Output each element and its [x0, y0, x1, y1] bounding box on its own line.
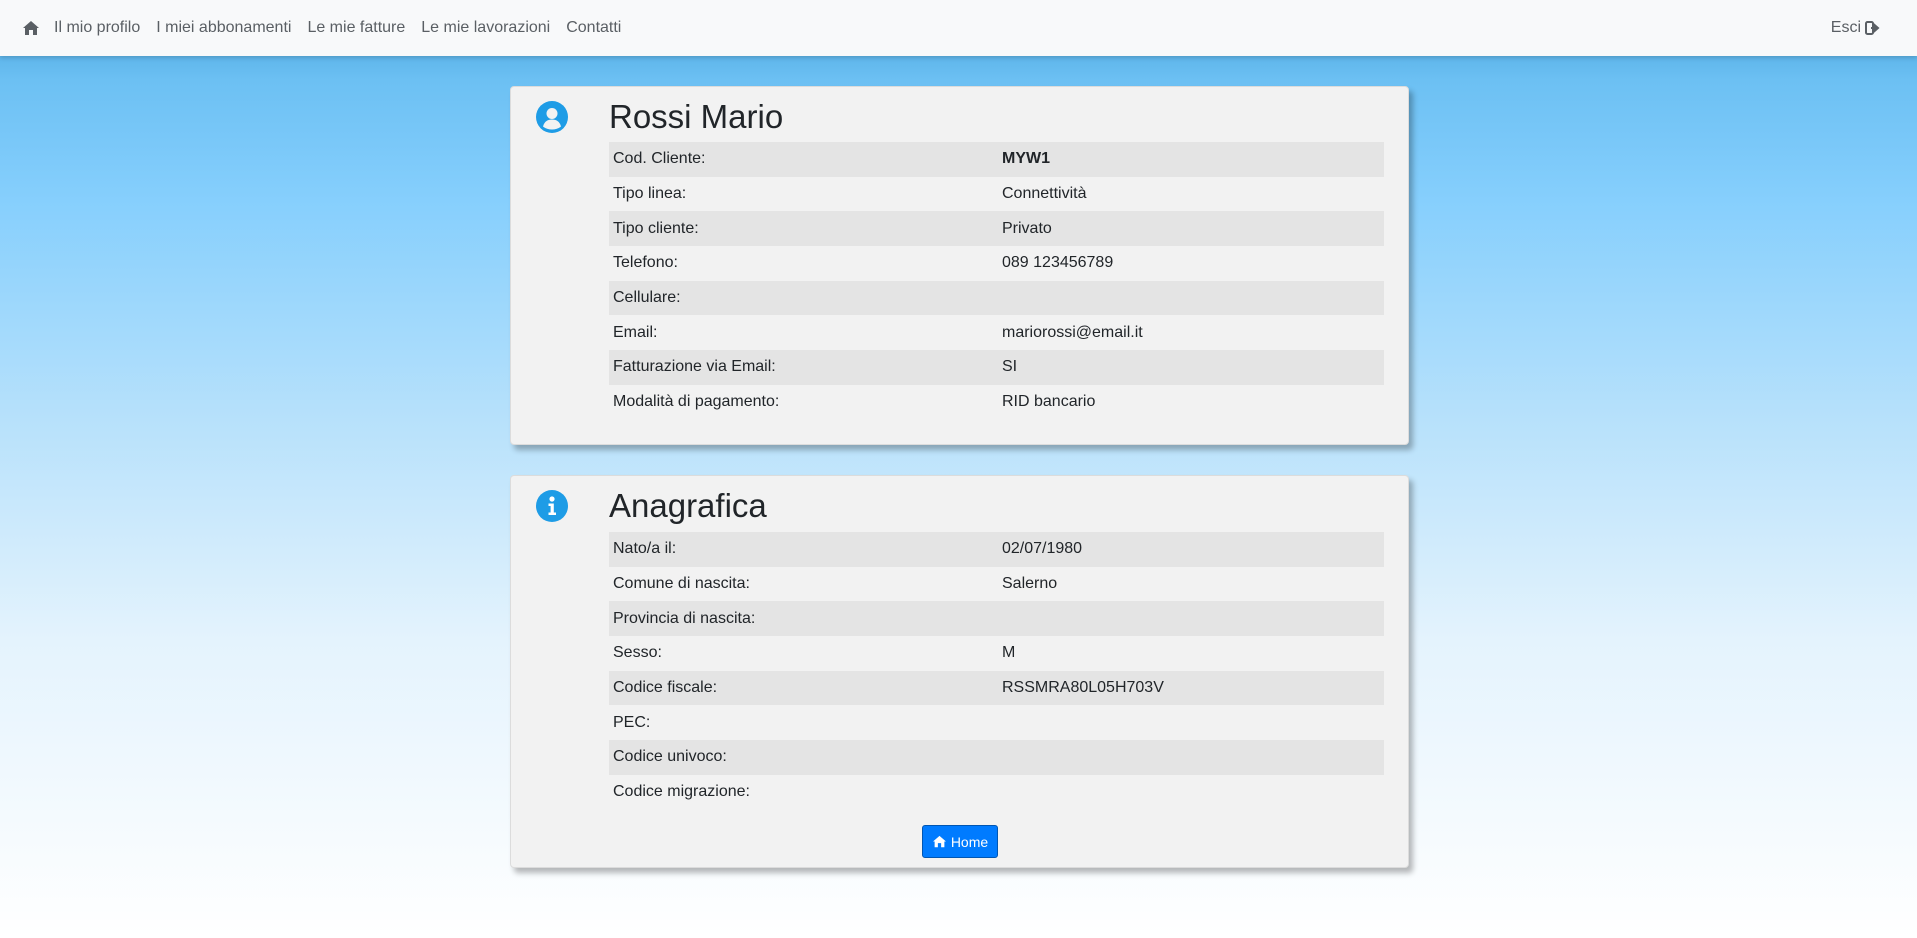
logout-label: Esci — [1830, 19, 1861, 36]
row-value: RSSMRA80L05H703V — [998, 670, 1384, 706]
row-label: Fatturazione via Email: — [609, 350, 998, 385]
row-value: Privato — [998, 211, 1384, 247]
row-value — [998, 775, 1384, 810]
table-row: Comune di nascita: Salerno — [609, 567, 1384, 602]
table-row: Codice univoco: — [609, 740, 1384, 775]
row-value: RID bancario — [1002, 393, 1096, 411]
table-row: Modalità di pagamento: RID bancario — [609, 385, 1384, 420]
nav-link-contatti[interactable]: Contatti — [566, 19, 621, 37]
row-label: PEC: — [613, 713, 651, 731]
row-value — [998, 705, 1384, 740]
row-value — [998, 601, 1384, 637]
table-row: Telefono: 089 123456789 — [609, 246, 1384, 281]
anagrafica-title: Anagrafica — [609, 487, 767, 524]
row-label: Codice migrazione: — [613, 783, 750, 801]
table-row: Tipo cliente: Privato — [609, 211, 1384, 247]
customer-code-value: MYW1 — [998, 142, 1384, 177]
table-row: Nato/a il: 02/07/1980 — [609, 532, 1384, 567]
nav-link-lavorazioni[interactable]: Le mie lavorazioni — [421, 19, 550, 37]
row-value — [998, 740, 1384, 775]
table-row: Cod. Cliente: MYW1 — [609, 142, 1384, 177]
row-value: M — [1002, 644, 1016, 662]
row-label: Telefono: — [613, 254, 678, 272]
table-row: Codice fiscale: RSSMRA80L05H703V — [609, 670, 1384, 706]
profile-title: Rossi Mario — [609, 98, 784, 135]
row-value: mariorossi@email.it — [1002, 323, 1143, 341]
row-value: Connettività — [1002, 185, 1087, 203]
row-value: Salerno — [1002, 575, 1058, 593]
home-icon[interactable] — [22, 20, 40, 36]
table-row: Provincia di nascita: — [609, 601, 1384, 637]
row-value: SI — [998, 350, 1384, 385]
row-label: Sesso: — [613, 644, 662, 662]
top-navbar: Il mio profilo I miei abbonamenti Le mie… — [0, 0, 1917, 56]
table-row: Fatturazione via Email: SI — [609, 350, 1384, 385]
home-button-label: Home — [950, 833, 989, 850]
row-label: Tipo linea: — [613, 185, 687, 203]
table-row: Email: mariorossi@email.it — [609, 315, 1384, 350]
row-value — [998, 280, 1384, 316]
row-label: Cellulare: — [609, 280, 998, 316]
table-row: Codice migrazione: — [609, 775, 1384, 810]
table-row: Sesso: M — [609, 636, 1384, 671]
table-row: Tipo linea: Connettività — [609, 177, 1384, 212]
table-row: PEC: — [609, 705, 1384, 740]
sign-out-icon — [1865, 21, 1880, 35]
row-value: 02/07/1980 — [998, 532, 1384, 567]
row-label: Comune di nascita: — [613, 575, 750, 593]
nav-link-profilo[interactable]: Il mio profilo — [54, 19, 140, 37]
row-label: Codice univoco: — [609, 740, 998, 775]
home-button[interactable]: Home — [922, 825, 998, 858]
row-label: Cod. Cliente: — [609, 142, 998, 177]
anagrafica-info-table: Nato/a il: 02/07/1980 Comune di nascita: S… — [609, 532, 1384, 810]
logout-link[interactable]: Esci — [1831, 19, 1881, 37]
row-label: Tipo cliente: — [609, 211, 998, 247]
table-row: Cellulare: — [609, 280, 1384, 316]
home-icon — [932, 835, 946, 848]
row-label: Provincia di nascita: — [609, 601, 998, 637]
profile-info-table: Cod. Cliente: MYW1 Tipo linea: Connettivit… — [609, 142, 1384, 420]
user-circle-icon — [536, 101, 568, 133]
profile-card: Rossi Mario Cod. Cliente: MYW1 Tipo linea… — [510, 86, 1409, 445]
nav-link-fatture[interactable]: Le mie fatture — [307, 19, 405, 37]
row-value: 089 123456789 — [1002, 254, 1114, 272]
nav-link-abbonamenti[interactable]: I miei abbonamenti — [156, 19, 291, 37]
row-label: Codice fiscale: — [609, 670, 998, 706]
anagrafica-card: Anagrafica Nato/a il: 02/07/1980 Comune d… — [510, 475, 1409, 868]
row-label: Nato/a il: — [609, 532, 998, 567]
row-label: Modalità di pagamento: — [613, 393, 780, 411]
info-circle-icon — [536, 490, 568, 522]
row-label: Email: — [613, 323, 658, 341]
